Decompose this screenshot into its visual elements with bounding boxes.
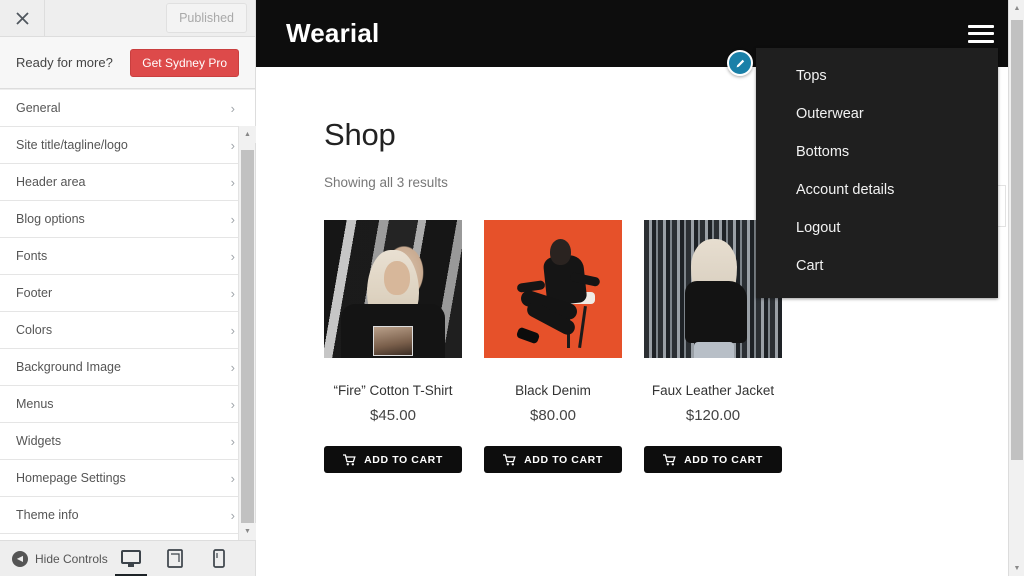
customizer-section-general[interactable]: General › bbox=[0, 90, 255, 127]
site-nav-dropdown[interactable]: Tops Outerwear Bottoms Account details Logou… bbox=[756, 48, 998, 298]
cart-icon bbox=[663, 453, 676, 466]
preview-scroll-down-icon[interactable]: ▼ bbox=[1009, 560, 1024, 576]
customizer-section-menus[interactable]: Menus › bbox=[0, 386, 255, 423]
cart-icon bbox=[343, 453, 356, 466]
cart-icon bbox=[503, 453, 516, 466]
customizer-section-label: Menus bbox=[16, 397, 54, 411]
customizer-panel: Published Ready for more? Get Sydney Pro… bbox=[0, 0, 256, 576]
customizer-section-label: Widgets bbox=[16, 434, 62, 448]
site-logo[interactable]: Wearial bbox=[286, 18, 379, 49]
add-to-cart-label: ADD TO CART bbox=[364, 453, 443, 466]
nav-item-account-details[interactable]: Account details bbox=[756, 172, 998, 210]
publish-button[interactable]: Published bbox=[166, 3, 247, 33]
product-price: $45.00 bbox=[370, 407, 416, 424]
product-name[interactable]: “Fire” Cotton T-Shirt bbox=[324, 383, 462, 398]
customizer-footer: ◀ Hide Controls bbox=[0, 540, 255, 576]
add-to-cart-label: ADD TO CART bbox=[684, 453, 763, 466]
product-card: “Fire” Cotton T-Shirt $45.00 ADD TO CART bbox=[324, 220, 462, 473]
product-image[interactable] bbox=[324, 220, 462, 358]
close-icon[interactable] bbox=[0, 0, 45, 36]
preview-scrollbar[interactable]: ▲ ▼ bbox=[1008, 0, 1024, 576]
customizer-section-label: General bbox=[16, 101, 61, 115]
scroll-up-icon[interactable]: ▲ bbox=[239, 126, 256, 143]
customizer-section-colors[interactable]: Colors › bbox=[0, 312, 255, 349]
upgrade-banner: Ready for more? Get Sydney Pro bbox=[0, 37, 255, 89]
add-to-cart-button[interactable]: ADD TO CART bbox=[484, 446, 622, 473]
hide-controls-button[interactable]: ◀ Hide Controls bbox=[12, 550, 108, 567]
customizer-section-list[interactable]: General › Site title/tagline/logo › Header a… bbox=[0, 90, 255, 540]
customizer-section-label: Footer bbox=[16, 286, 53, 300]
device-preview-switcher[interactable] bbox=[115, 544, 243, 576]
preview-scroll-up-icon[interactable]: ▲ bbox=[1009, 0, 1024, 16]
hamburger-menu-icon[interactable] bbox=[968, 23, 994, 45]
customizer-section-label: Fonts bbox=[16, 249, 48, 263]
customizer-section-blog-options[interactable]: Blog options › bbox=[0, 201, 255, 238]
product-name[interactable]: Faux Leather Jacket bbox=[644, 383, 782, 398]
hide-controls-label: Hide Controls bbox=[35, 551, 108, 566]
hamburger-bar bbox=[968, 39, 994, 43]
nav-item-tops[interactable]: Tops bbox=[756, 58, 998, 96]
customizer-section-label: Homepage Settings bbox=[16, 471, 126, 485]
edit-shortcut-pencil-icon[interactable] bbox=[727, 50, 753, 76]
customizer-topbar: Published bbox=[0, 0, 255, 37]
nav-item-logout[interactable]: Logout bbox=[756, 210, 998, 248]
site-preview: Wearial Tops Outerwear Bottoms Account deta… bbox=[256, 0, 1024, 576]
upgrade-prompt: Ready for more? bbox=[16, 55, 113, 70]
get-sydney-pro-button[interactable]: Get Sydney Pro bbox=[130, 48, 239, 77]
device-tablet-button[interactable] bbox=[161, 544, 189, 574]
add-to-cart-label: ADD TO CART bbox=[524, 453, 603, 466]
collapse-icon: ◀ bbox=[12, 550, 28, 567]
product-image[interactable] bbox=[484, 220, 622, 358]
customizer-section-footer[interactable]: Footer › bbox=[0, 275, 255, 312]
product-card: Black Denim $80.00 ADD TO CART bbox=[484, 220, 622, 473]
customizer-scrollbar[interactable]: ▲ ▼ bbox=[238, 126, 256, 540]
chevron-right-icon: › bbox=[230, 100, 235, 116]
scrollbar-thumb[interactable] bbox=[241, 150, 254, 530]
customizer-section-label: Site title/tagline/logo bbox=[16, 138, 128, 152]
customizer-section-background-image[interactable]: Background Image › bbox=[0, 349, 255, 386]
product-name[interactable]: Black Denim bbox=[484, 383, 622, 398]
customizer-section-widgets[interactable]: Widgets › bbox=[0, 423, 255, 460]
hamburger-bar bbox=[968, 32, 994, 35]
add-to-cart-button[interactable]: ADD TO CART bbox=[324, 446, 462, 473]
customizer-section-homepage-settings[interactable]: Homepage Settings › bbox=[0, 460, 255, 497]
customizer-section-label: Blog options bbox=[16, 212, 85, 226]
nav-item-bottoms[interactable]: Bottoms bbox=[756, 134, 998, 172]
customizer-section-header-area[interactable]: Header area › bbox=[0, 164, 255, 201]
device-mobile-button[interactable] bbox=[205, 544, 233, 574]
customizer-section-label: Theme info bbox=[16, 508, 79, 522]
nav-item-outerwear[interactable]: Outerwear bbox=[756, 96, 998, 134]
customizer-section-theme-info[interactable]: Theme info › bbox=[0, 497, 255, 534]
customizer-section-fonts[interactable]: Fonts › bbox=[0, 238, 255, 275]
device-desktop-button[interactable] bbox=[115, 544, 147, 576]
product-price: $80.00 bbox=[530, 407, 576, 424]
product-price: $120.00 bbox=[685, 407, 741, 424]
preview-scrollbar-thumb[interactable] bbox=[1011, 20, 1023, 460]
customizer-section-label: Background Image bbox=[16, 360, 121, 374]
scroll-down-icon[interactable]: ▼ bbox=[239, 523, 256, 540]
customizer-section-label: Header area bbox=[16, 175, 86, 189]
customizer-section-site-title-tagline-logo[interactable]: Site title/tagline/logo › bbox=[0, 127, 255, 164]
customizer-section-label: Colors bbox=[16, 323, 53, 337]
add-to-cart-button[interactable]: ADD TO CART bbox=[644, 446, 782, 473]
nav-item-cart[interactable]: Cart bbox=[756, 248, 998, 286]
customizer-screen: Published Ready for more? Get Sydney Pro… bbox=[0, 0, 1024, 576]
hamburger-bar bbox=[968, 24, 994, 28]
